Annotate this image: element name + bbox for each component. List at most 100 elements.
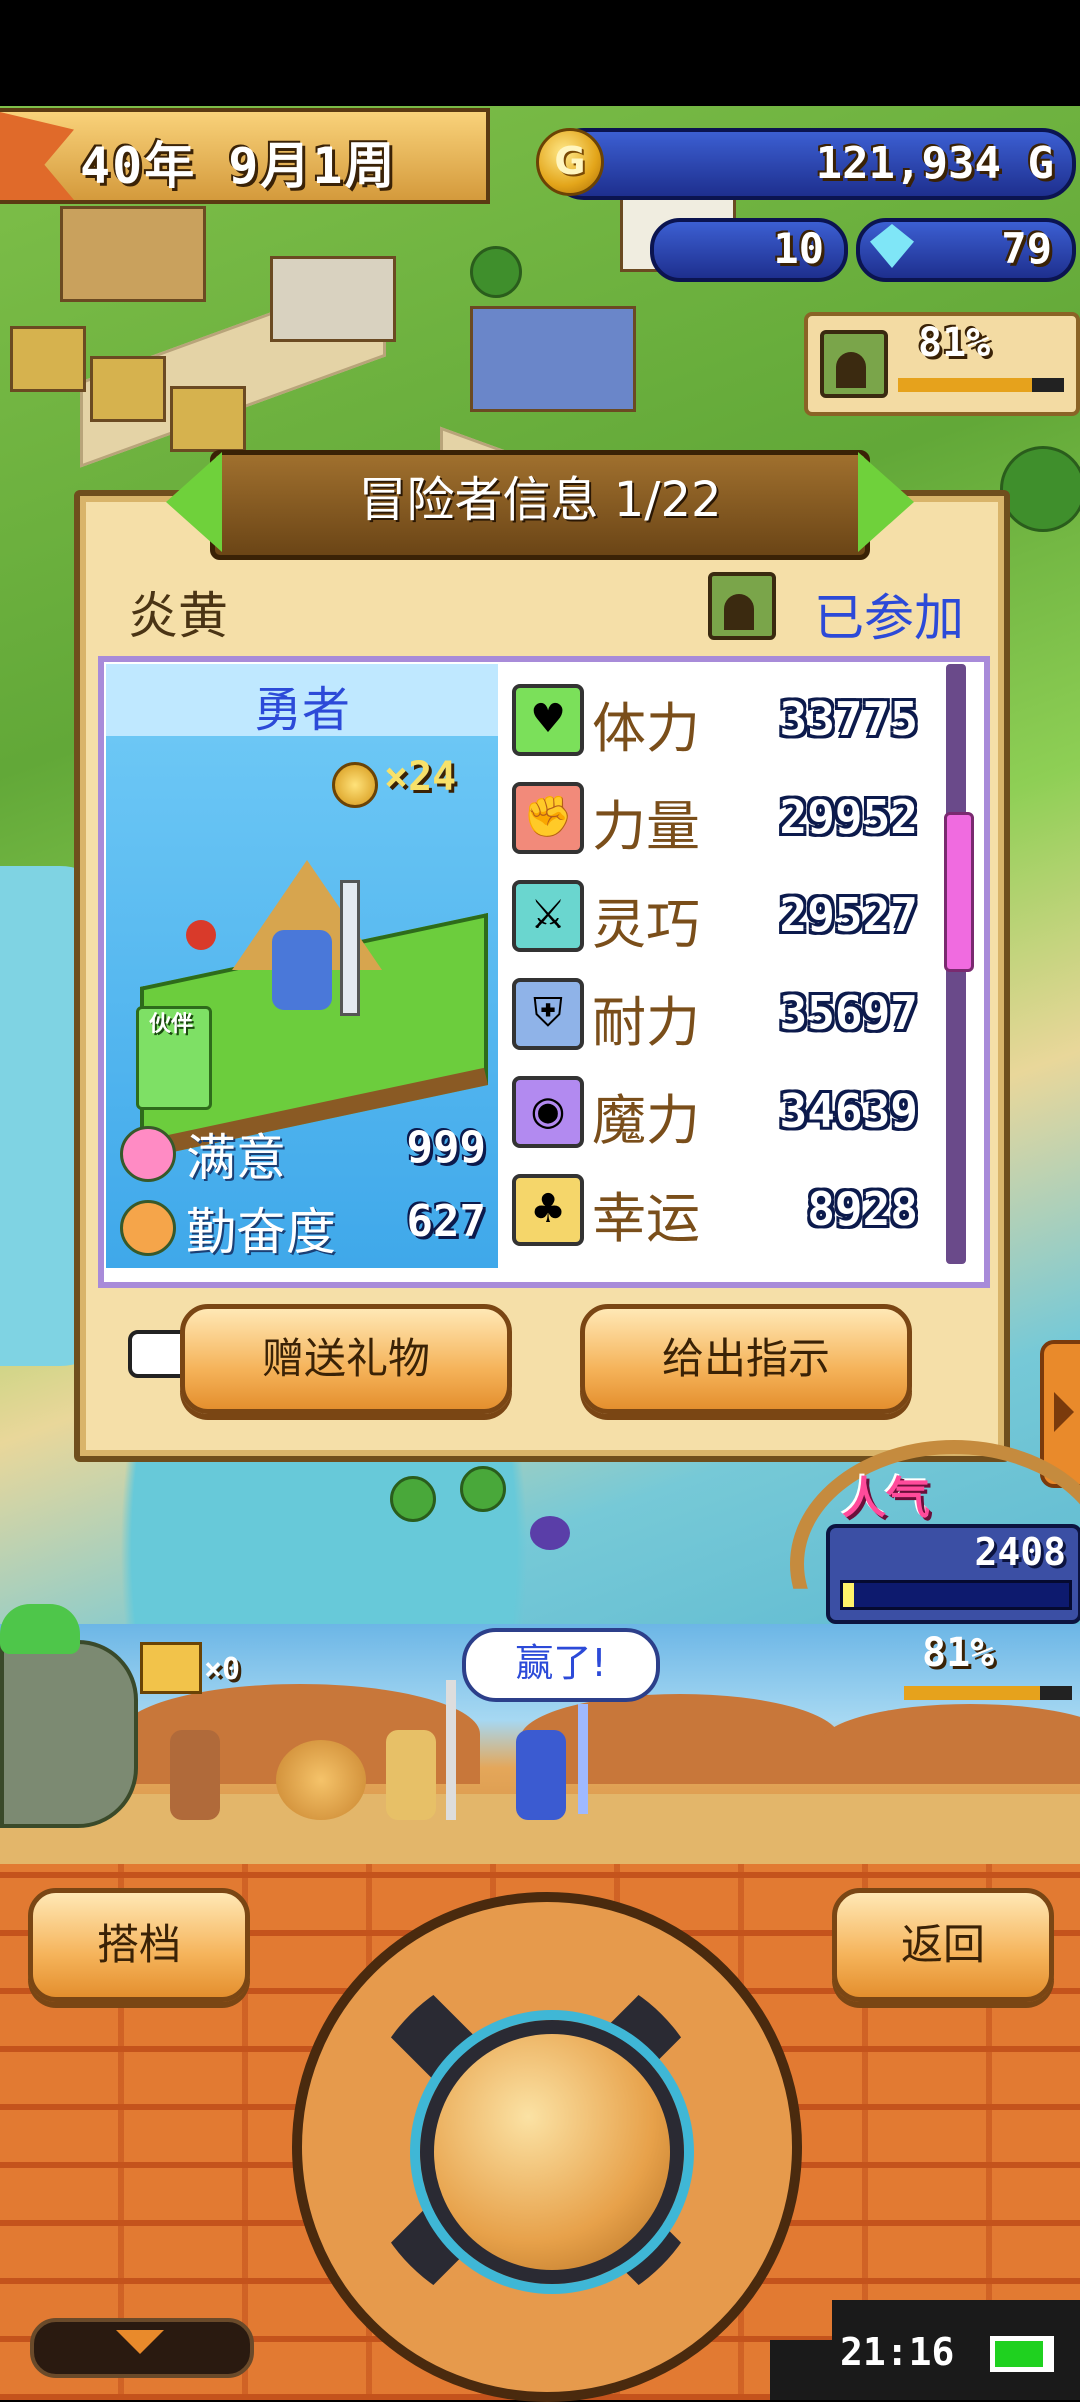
satisfaction-row: 满意 999 (116, 1116, 496, 1187)
adventurer-name-row: 炎黄 已参加 (106, 556, 976, 656)
arm-icon: ✊ (512, 782, 584, 854)
dialog-title-banner: 冒险者信息 1/22 (210, 450, 870, 560)
stat-label: 灵巧 (592, 893, 700, 956)
stat-label: 魔力 (592, 1089, 700, 1152)
gold-amount: 121,934 G (815, 138, 1054, 189)
send-gift-button[interactable]: 赠送礼物 (180, 1304, 512, 1414)
tree (470, 246, 522, 298)
party-leader-portrait[interactable] (0, 1640, 138, 1828)
mailbox-icon (186, 920, 216, 950)
crystal-icon (870, 224, 914, 268)
building (270, 256, 396, 342)
tree (1000, 446, 1080, 532)
snail-sprite (276, 1740, 366, 1820)
counter-b: 79 (856, 218, 1076, 282)
stat-value: 34639 (779, 1084, 918, 1138)
clover-icon: ♣ (512, 1174, 584, 1246)
hero-sprite (272, 930, 332, 1010)
status-bar (0, 0, 1080, 106)
dialog-title: 冒险者信息 1/22 (358, 472, 722, 528)
adventurer-name: 炎黄 (128, 587, 228, 645)
speech-bubble: 赢了! (462, 1628, 660, 1702)
hut (10, 326, 86, 392)
dial-center-button[interactable] (420, 2020, 684, 2284)
building (60, 206, 206, 302)
job-title: 勇者 (253, 682, 350, 738)
popularity-bar-fill (843, 1583, 855, 1607)
counter-a: 10 (650, 218, 848, 282)
cowboy-sprite (170, 1730, 220, 1820)
party-progress-fill (904, 1686, 1041, 1700)
stat-label: 耐力 (592, 991, 700, 1054)
diligence-label: 勤奋度 (186, 1203, 336, 1261)
palm-tree (390, 1476, 436, 1522)
camp-progress-bar (898, 378, 1064, 392)
stats-scrollbar-thumb[interactable] (944, 812, 974, 972)
building (470, 306, 636, 412)
camp-icon (708, 572, 776, 640)
chevron-down-icon (116, 2330, 164, 2354)
sword-icon (578, 1704, 588, 1814)
stat-value: 35697 (779, 986, 918, 1040)
partner-button[interactable]: 搭档 (28, 1888, 250, 2002)
hut (170, 386, 246, 452)
stat-label: 体力 (592, 697, 700, 760)
stat-row-stamina: ♥ 体力 33775 (508, 674, 928, 764)
give-instruction-button[interactable]: 给出指示 (580, 1304, 912, 1414)
counter-b-value: 79 (1001, 224, 1052, 273)
camp-percent: 81% (918, 320, 991, 366)
participation-status: 已参加 (814, 589, 964, 647)
date-text: 40年 9月1周 (80, 137, 397, 195)
back-button[interactable]: 返回 (832, 1888, 1054, 2002)
popularity-value: 2408 (974, 1530, 1066, 1574)
stat-label: 幸运 (592, 1187, 700, 1250)
stat-value: 29952 (779, 790, 918, 844)
heart-icon: ♥ (512, 684, 584, 756)
next-adventurer-arrow-icon[interactable] (858, 452, 914, 552)
medal-icon (332, 762, 378, 808)
battery-icon (990, 2336, 1054, 2372)
dune (820, 1704, 1080, 1784)
counter-a-value: 10 (773, 224, 824, 273)
crossed-swords-icon: ⚔ (512, 880, 584, 952)
treasure-chest-icon (140, 1642, 202, 1694)
satisfaction-label: 满意 (186, 1129, 286, 1187)
party-progress-bar (904, 1686, 1072, 1700)
palm-tree (460, 1466, 506, 1512)
pink-heart-icon (120, 1126, 176, 1182)
stat-label: 力量 (592, 795, 700, 858)
gold-display: 121,934 G (550, 128, 1076, 200)
shield-icon: ⛨ (512, 978, 584, 1050)
hut (90, 356, 166, 422)
battery-fill (995, 2341, 1043, 2367)
stat-value: 33775 (779, 692, 918, 746)
popularity-label: 人气 (842, 1473, 930, 1524)
purple-monster[interactable] (530, 1516, 570, 1550)
stat-row-dexterity: ⚔ 灵巧 29527 (508, 870, 928, 960)
date-display: 40年 9月1周 (0, 108, 490, 204)
dune (520, 1694, 840, 1784)
stat-value: 8928 (807, 1182, 918, 1236)
camp-icon (820, 330, 888, 398)
popularity-bar (840, 1580, 1072, 1610)
chest-counter: ×0 (204, 1652, 241, 1687)
sword-icon (340, 880, 360, 1016)
previous-adventurer-arrow-icon[interactable] (166, 452, 222, 552)
satisfaction-value: 999 (406, 1122, 486, 1173)
maple-leaf-icon (0, 112, 74, 200)
camp-status[interactable]: 81% (804, 312, 1080, 416)
party-percent: 81% (922, 1630, 995, 1676)
stat-value: 29527 (779, 888, 918, 942)
diligence-value: 627 (406, 1196, 486, 1247)
gold-coin-icon: G (536, 128, 604, 196)
stat-row-strength: ✊ 力量 29952 (508, 772, 928, 862)
stat-row-endurance: ⛨ 耐力 35697 (508, 968, 928, 1058)
spear-icon (446, 1680, 456, 1820)
dragon-icon (0, 1604, 80, 1654)
stat-row-magic: ◉ 魔力 34639 (508, 1066, 928, 1156)
hero-sprite (516, 1730, 566, 1820)
partner-label: 伙伴 (148, 1012, 193, 1037)
knight-sprite (386, 1730, 436, 1820)
camp-progress-fill (898, 378, 1033, 392)
stat-row-luck: ♣ 幸运 8928 (508, 1164, 928, 1254)
